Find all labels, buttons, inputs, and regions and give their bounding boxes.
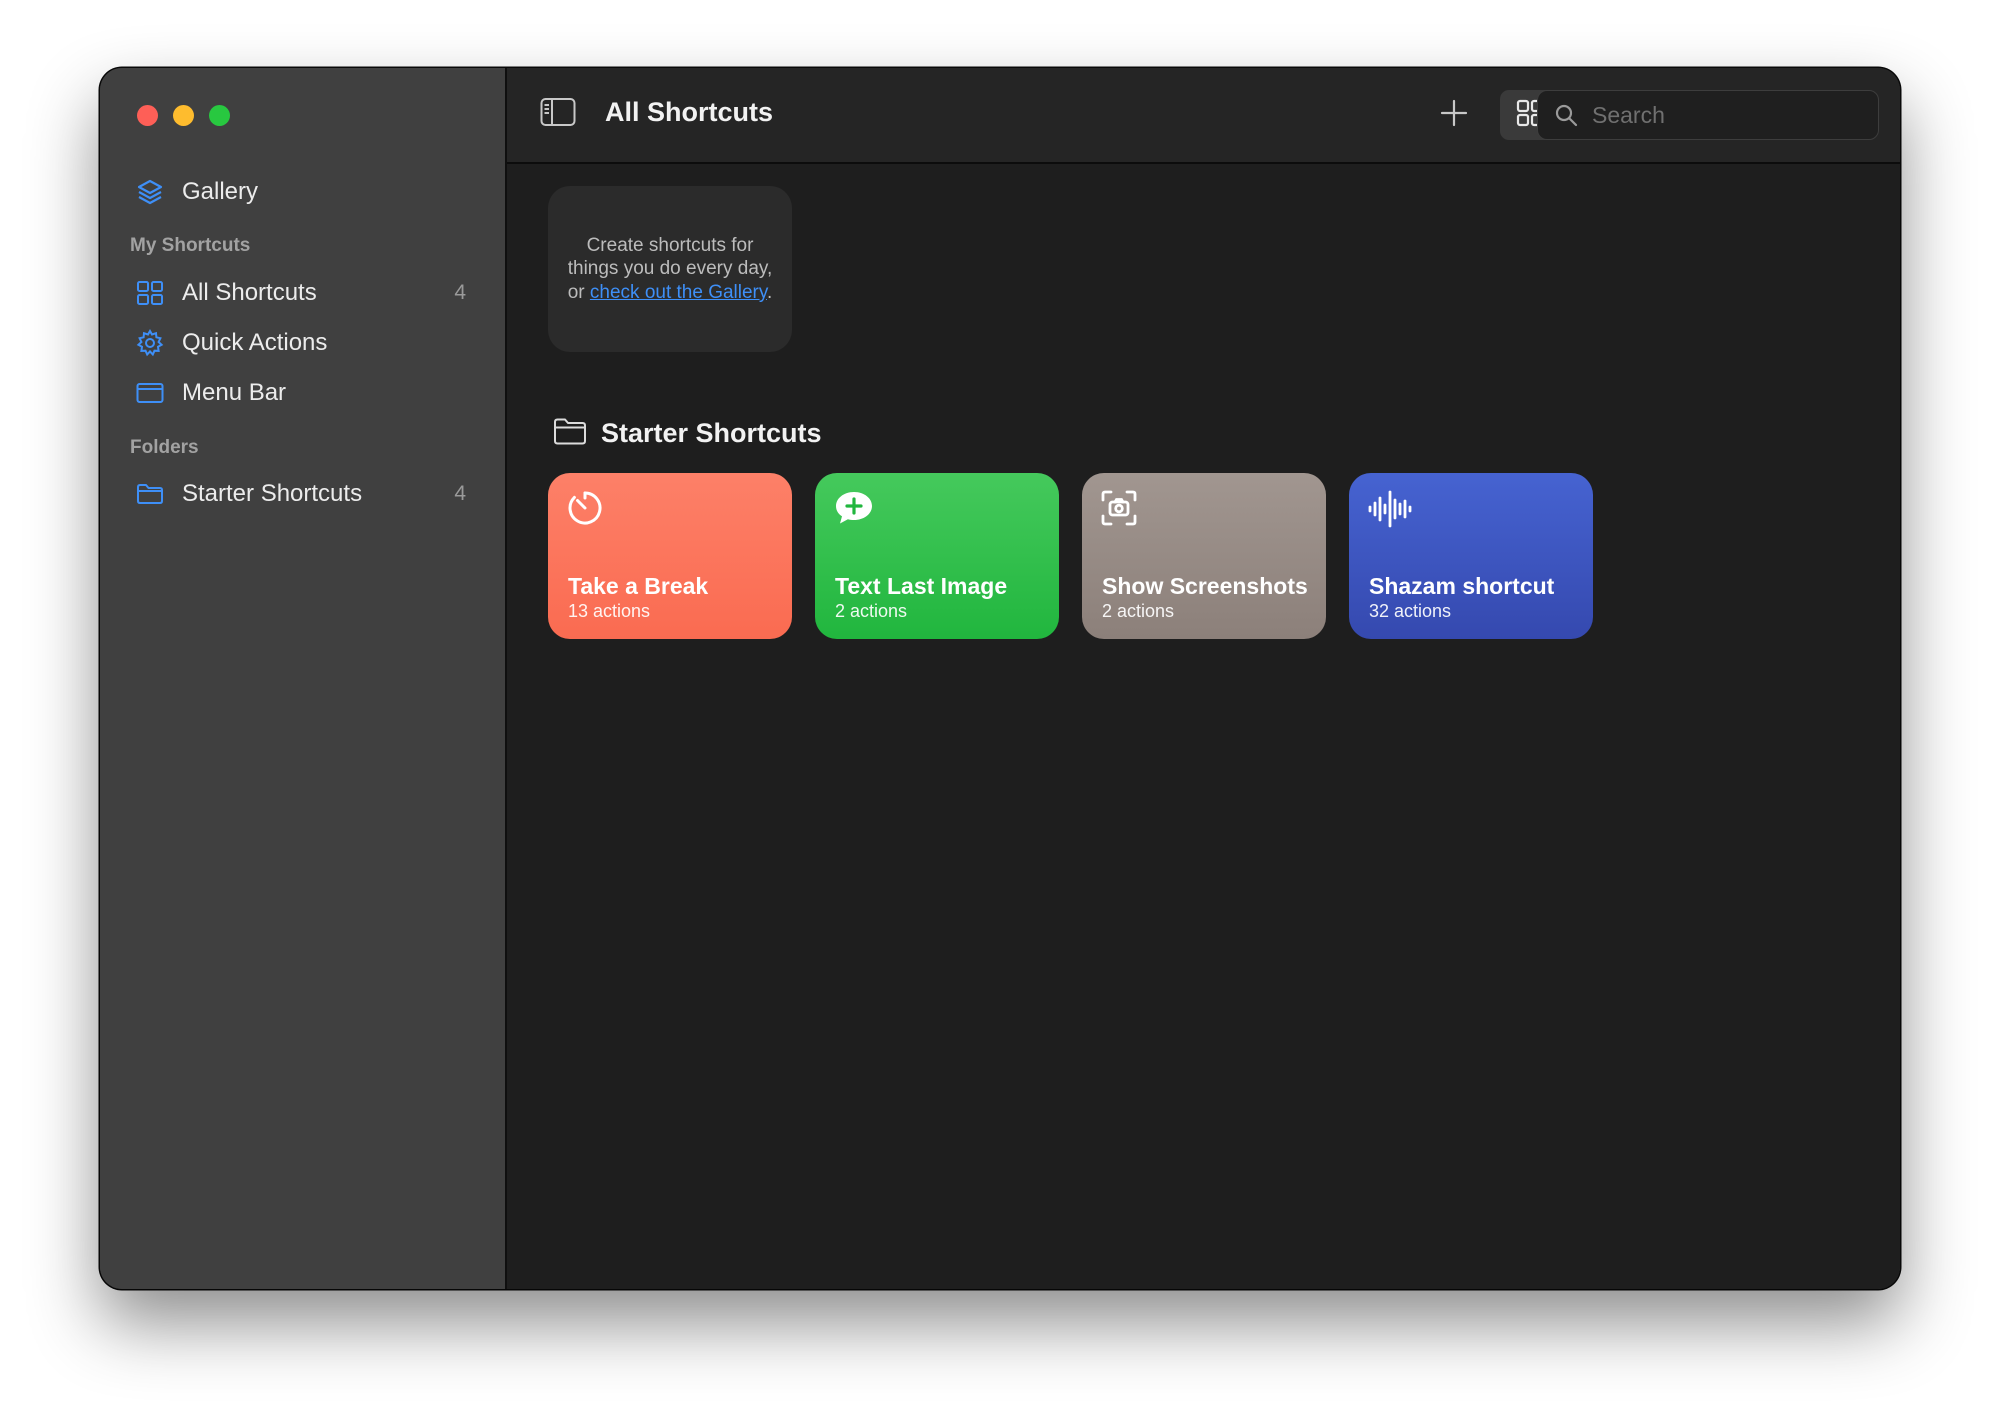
toolbar: All Shortcuts [507, 68, 1900, 164]
gallery-link[interactable]: check out the Gallery [590, 282, 767, 303]
search-field[interactable] [1537, 90, 1879, 140]
sidebar-item-count: 4 [454, 482, 466, 505]
waveform-icon [1367, 489, 1413, 534]
sidebar-item-quick-actions[interactable]: Quick Actions [136, 321, 476, 365]
toggle-sidebar-button[interactable] [540, 97, 576, 132]
create-shortcut-card[interactable]: Create shortcuts for things you do every… [548, 186, 792, 352]
search-icon [1554, 103, 1578, 127]
create-shortcut-text: Create shortcuts for things you do every… [567, 234, 773, 305]
shortcut-action-count: 13 actions [568, 601, 651, 621]
folder-icon [553, 416, 587, 451]
zoom-window-button[interactable] [209, 105, 230, 126]
screenshot-icon [1100, 489, 1138, 532]
shortcut-name: Take a Break [568, 573, 709, 599]
sidebar-item-label: Starter Shortcuts [182, 480, 363, 507]
gallery-stack-icon [136, 178, 164, 206]
sidebar-item-label: Menu Bar [182, 379, 287, 406]
shortcut-action-count: 32 actions [1369, 601, 1452, 621]
section-header-folders: Folders [130, 437, 199, 458]
folder-section-header: Starter Shortcuts [553, 416, 822, 451]
main-content: All Shortcuts Search Create shortcuts fo… [507, 68, 1900, 1289]
shortcut-action-count: 2 actions [835, 601, 908, 621]
shortcuts-window: Gallery My Shortcuts All Shortcuts 4 Qui… [100, 68, 1900, 1289]
create-shortcut-suffix: . [766, 281, 773, 303]
shortcut-card-show-screenshots[interactable]: Show Screenshots 2 actions [1082, 473, 1326, 639]
sidebar-toggle-icon [540, 97, 576, 132]
timer-icon [566, 489, 604, 532]
sidebar-item-label: Quick Actions [182, 329, 328, 356]
section-header-my-shortcuts: My Shortcuts [130, 235, 251, 256]
folder-icon [136, 480, 164, 508]
shortcut-action-count: 2 actions [1102, 601, 1175, 621]
window-controls [137, 105, 230, 126]
shortcut-card-text-last-image[interactable]: Text Last Image 2 actions [815, 473, 1059, 639]
minimize-window-button[interactable] [173, 105, 194, 126]
sidebar-item-count: 4 [454, 281, 466, 304]
sidebar: Gallery My Shortcuts All Shortcuts 4 Qui… [100, 68, 507, 1289]
sidebar-item-menu-bar[interactable]: Menu Bar [136, 371, 476, 415]
folder-title: Starter Shortcuts [601, 418, 822, 448]
page-title: All Shortcuts [605, 97, 774, 127]
sidebar-item-gallery[interactable]: Gallery [136, 170, 476, 214]
shortcut-card-take-a-break[interactable]: Take a Break 13 actions [548, 473, 792, 639]
sidebar-item-label: Gallery [182, 178, 259, 205]
sidebar-item-starter-shortcuts[interactable]: Starter Shortcuts 4 [136, 472, 476, 516]
close-window-button[interactable] [137, 105, 158, 126]
shortcut-card-shazam-shortcut[interactable]: Shazam shortcut 32 actions [1349, 473, 1593, 639]
grid-icon [136, 279, 164, 307]
sidebar-item-all-shortcuts[interactable]: All Shortcuts 4 [136, 271, 476, 315]
gear-icon [136, 329, 164, 357]
plus-icon [1440, 99, 1468, 132]
message-plus-icon [833, 489, 875, 532]
sidebar-item-label: All Shortcuts [182, 279, 317, 306]
menu-bar-icon [136, 379, 164, 407]
shortcut-name: Show Screenshots [1102, 573, 1308, 599]
shortcut-name: Shazam shortcut [1369, 573, 1555, 599]
shortcut-name: Text Last Image [835, 573, 1008, 599]
search-input[interactable] [1590, 100, 1854, 130]
add-shortcut-button[interactable] [1435, 96, 1473, 134]
